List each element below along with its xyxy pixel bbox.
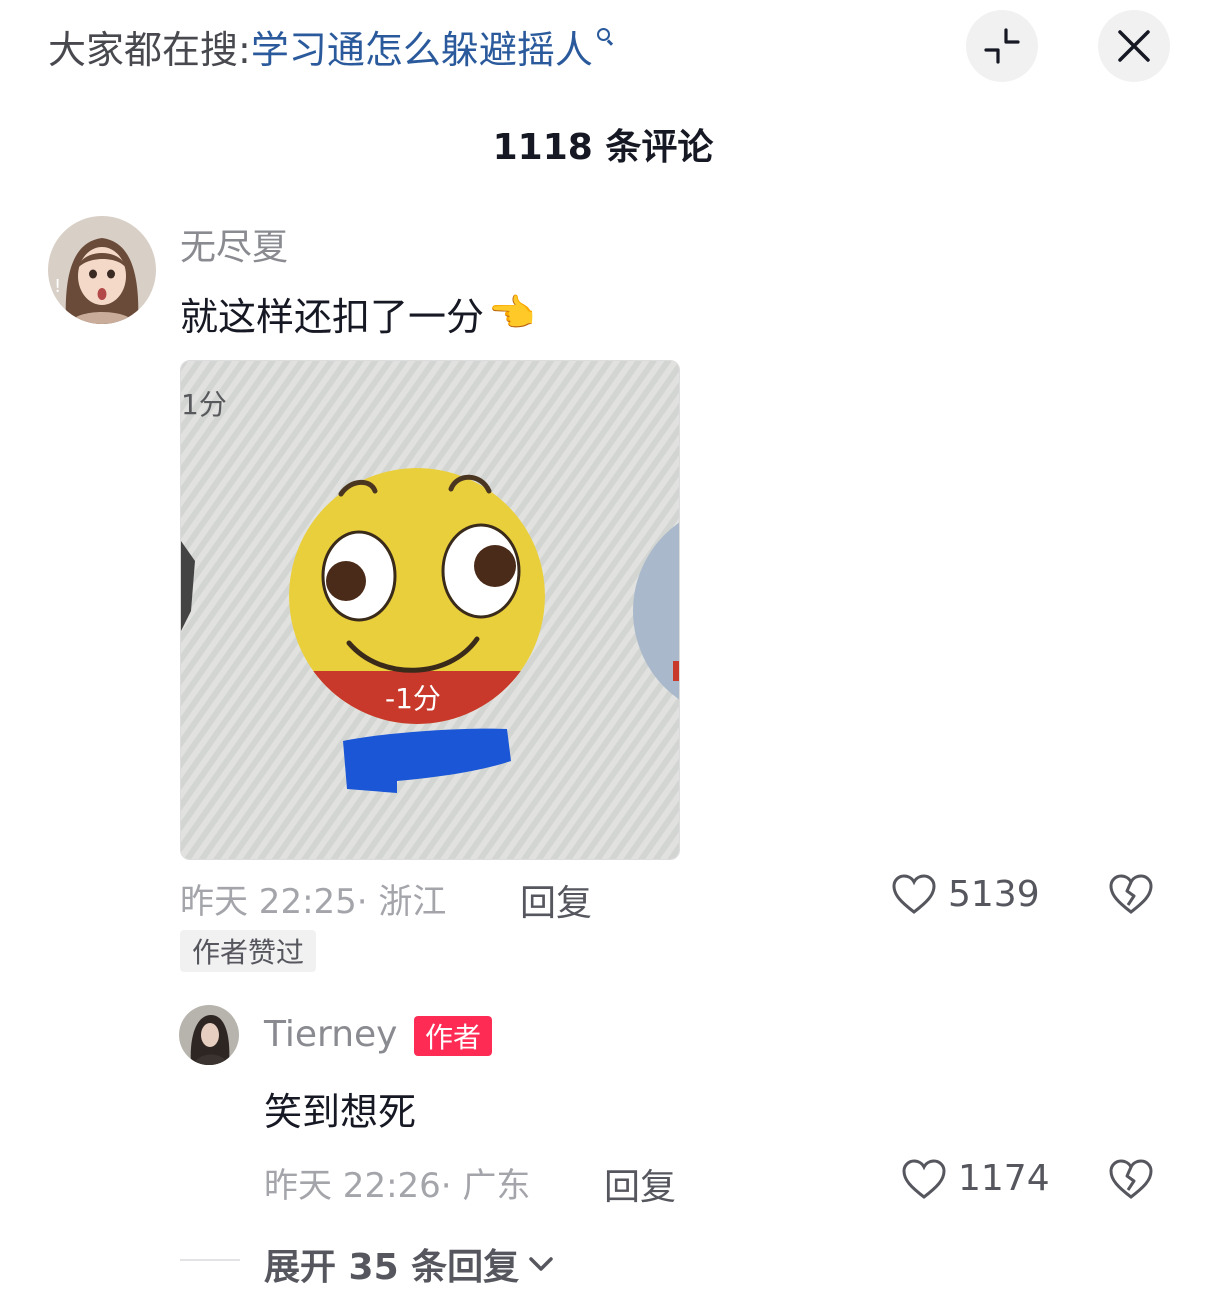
close-button[interactable] <box>1098 10 1170 82</box>
reply-like-button[interactable] <box>899 1154 949 1204</box>
like-button[interactable] <box>889 869 939 919</box>
reply-avatar[interactable] <box>179 1005 239 1065</box>
expand-divider <box>180 1259 240 1261</box>
heart-icon <box>892 874 936 914</box>
search-suggestion[interactable]: 大家都在搜: 学习通怎么躲避摇人 <box>48 18 611 74</box>
broken-heart-icon <box>1109 1159 1153 1199</box>
image-score-label: -1分 <box>385 682 441 715</box>
search-suggestion-query[interactable]: 学习通怎么躲避摇人 <box>251 19 593 74</box>
collapse-button[interactable] <box>966 10 1038 82</box>
comment-time-location: 昨天 22:25· 浙江 <box>180 882 447 922</box>
collapse-icon <box>984 28 1020 64</box>
broken-heart-icon <box>1109 874 1153 914</box>
search-icon <box>596 28 611 42</box>
comment-text: 就这样还扣了一分 👈 <box>180 286 535 341</box>
search-suggestion-prefix: 大家都在搜: <box>48 27 251 72</box>
hand-pointing-emoji: 👈 <box>488 291 536 335</box>
reply-time-location: 昨天 22:26· 广东 <box>264 1166 531 1206</box>
expand-replies-button[interactable]: 展开 35 条回复 <box>264 1238 555 1290</box>
comment-image[interactable]: 1分 -1分 <box>180 360 680 860</box>
like-count: 5139 <box>948 874 1040 915</box>
comment-username[interactable]: 无尽夏 <box>180 218 288 270</box>
reply-username[interactable]: Tierney <box>264 1014 397 1055</box>
reply-text: 笑到想死 <box>264 1090 417 1134</box>
reply-like-count: 1174 <box>958 1158 1050 1199</box>
image-corner-label: 1分 <box>181 388 227 421</box>
svg-text:!: ! <box>54 276 61 297</box>
chevron-down-icon <box>529 1257 553 1271</box>
close-icon <box>1118 30 1150 62</box>
avatar[interactable]: ! <box>48 216 156 324</box>
dislike-button[interactable] <box>1106 869 1156 919</box>
comment-count-title: 1118 条评论 <box>492 127 714 168</box>
reply-dislike-button[interactable] <box>1106 1154 1156 1204</box>
author-liked-badge: 作者赞过 <box>180 930 317 972</box>
comment-body: 就这样还扣了一分 <box>180 295 485 339</box>
author-badge: 作者 <box>414 1016 493 1056</box>
heart-icon <box>902 1159 946 1199</box>
expand-replies-label: 展开 35 条回复 <box>264 1247 520 1288</box>
reply-reply-button[interactable]: 回复 <box>604 1158 676 1210</box>
reply-button[interactable]: 回复 <box>520 874 592 926</box>
